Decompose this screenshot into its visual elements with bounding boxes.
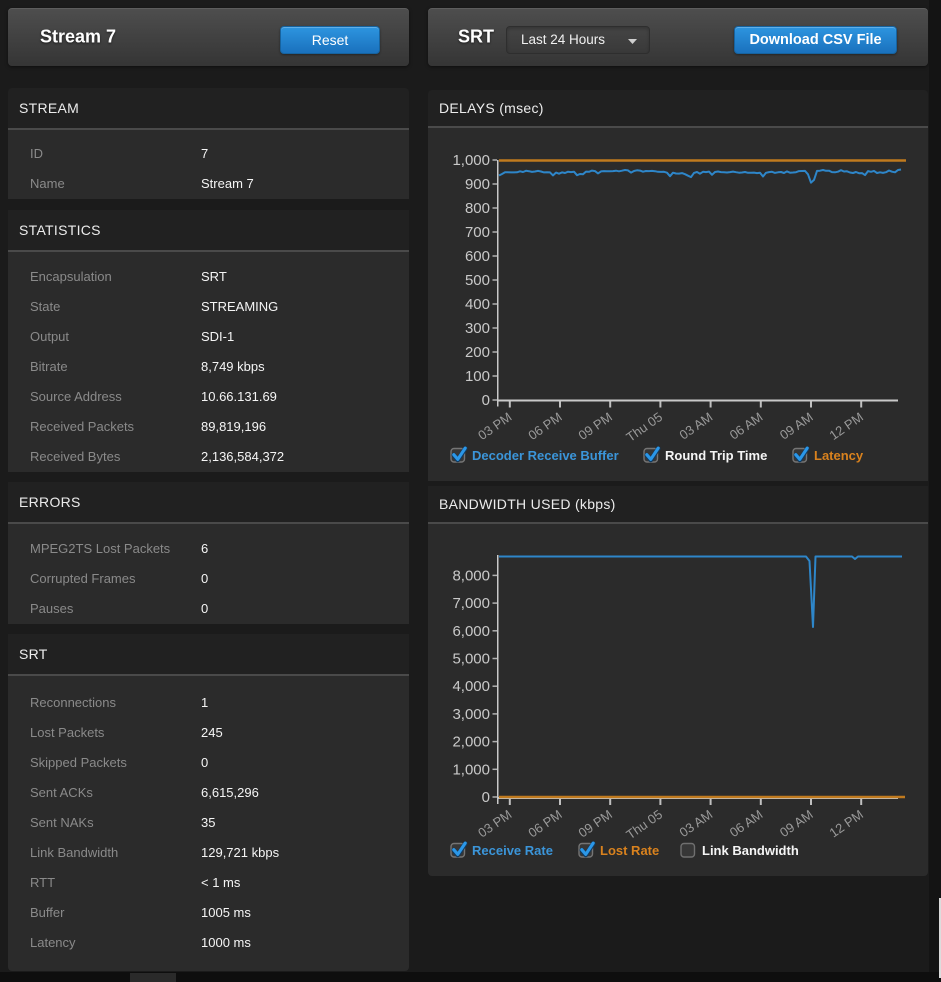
svg-text:8,000: 8,000 [452,567,490,584]
svg-text:09 AM: 09 AM [777,409,816,442]
svg-text:7,000: 7,000 [452,595,490,612]
svg-text:1,000: 1,000 [452,152,490,169]
svg-text:800: 800 [465,200,490,217]
svg-text:1,000: 1,000 [452,761,490,778]
svg-text:100: 100 [465,368,490,385]
svg-text:Thu 05: Thu 05 [623,807,665,843]
svg-text:6,000: 6,000 [452,623,490,640]
svg-text:06 PM: 06 PM [525,409,564,443]
svg-text:03 AM: 03 AM [677,409,716,442]
svg-text:2,000: 2,000 [452,734,490,751]
svg-text:12 PM: 12 PM [827,807,866,841]
svg-text:06 AM: 06 AM [727,807,766,840]
svg-text:03 PM: 03 PM [475,807,514,841]
svg-text:03 PM: 03 PM [475,409,514,443]
svg-text:3,000: 3,000 [452,706,490,723]
svg-text:0: 0 [482,392,490,409]
svg-text:Thu 05: Thu 05 [623,409,665,445]
svg-text:700: 700 [465,224,490,241]
svg-text:09 AM: 09 AM [777,807,816,840]
svg-text:900: 900 [465,176,490,193]
svg-text:03 AM: 03 AM [677,807,716,840]
svg-text:200: 200 [465,344,490,361]
svg-text:300: 300 [465,320,490,337]
svg-text:5,000: 5,000 [452,651,490,668]
svg-text:06 AM: 06 AM [727,409,766,442]
svg-text:600: 600 [465,248,490,265]
svg-text:09 PM: 09 PM [576,409,615,443]
svg-text:4,000: 4,000 [452,678,490,695]
svg-text:12 PM: 12 PM [827,409,866,443]
svg-text:500: 500 [465,272,490,289]
svg-text:09 PM: 09 PM [576,807,615,841]
svg-text:06 PM: 06 PM [525,807,564,841]
svg-text:0: 0 [482,789,490,806]
svg-text:400: 400 [465,296,490,313]
